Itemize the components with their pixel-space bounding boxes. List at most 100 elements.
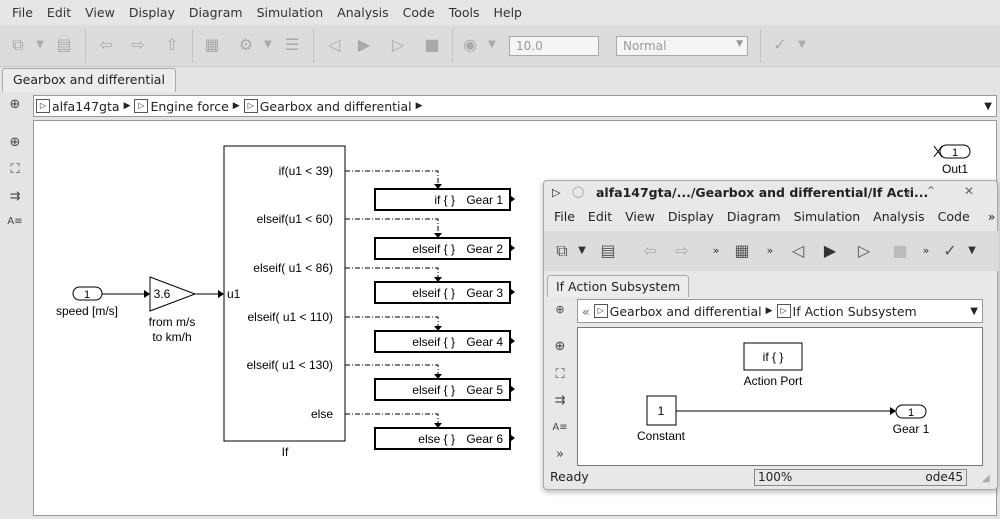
action-output-label: Gear 5: [466, 383, 503, 397]
action-keyword: elseif { }: [412, 383, 455, 397]
svg-text:elseif( u1 < 130): elseif( u1 < 130): [247, 358, 333, 372]
svg-text:1: 1: [658, 404, 665, 418]
breadcrumb-item[interactable]: ▷ If Action Subsystem: [776, 303, 917, 319]
gain-label: to km/h: [152, 330, 191, 344]
action-subsystem-2[interactable]: Gear 2 elseif { }: [374, 237, 515, 260]
action-signal-line: [345, 364, 439, 376]
tab-if-action-subsystem[interactable]: If Action Subsystem: [547, 275, 690, 297]
breadcrumb-prefix[interactable]: «: [582, 304, 590, 319]
simulink-icon: ▷: [552, 186, 561, 199]
action-keyword: elseif { }: [412, 335, 455, 349]
action-output-label: Gear 1: [466, 193, 503, 207]
gain-block[interactable]: 3.6: [149, 276, 197, 312]
action-signal-line: [345, 316, 439, 328]
menu-more[interactable]: »: [988, 209, 996, 224]
solver-name: ode45: [925, 470, 963, 484]
menu-diagram[interactable]: Diagram: [727, 209, 781, 224]
new-model-icon[interactable]: ⧉: [552, 241, 572, 261]
menu-simulation[interactable]: Simulation: [794, 209, 861, 224]
svg-text:elseif( u1 < 110): elseif( u1 < 110): [248, 310, 334, 324]
more-icon[interactable]: »: [706, 241, 726, 261]
run-icon[interactable]: ▶: [820, 241, 840, 261]
action-subsystem-6[interactable]: Gear 6 else { }: [374, 427, 515, 450]
subsystem-canvas[interactable]: if { } Action Port 1 Constant 1 Gear 1: [577, 327, 983, 466]
more-icon[interactable]: »: [760, 241, 780, 261]
action-signal-line: [345, 267, 439, 279]
subwindow-toolbar: ⧉ ▼ ▤ ⇦ ⇨ » ▦ » ◁ ▶ ▷ ■ » ✓ ▼: [544, 231, 999, 271]
stop-icon[interactable]: ■: [890, 241, 910, 261]
breadcrumb-item[interactable]: ▷ Gearbox and differential ▶: [593, 303, 773, 319]
window-title: alfa147gta/.../Gearbox and differential/…: [596, 185, 929, 200]
constant-block[interactable]: 1: [646, 395, 677, 426]
action-subsystem-3[interactable]: Gear 3 elseif { }: [374, 281, 515, 304]
action-signal-line: [345, 218, 439, 235]
action-port-block[interactable]: if { }: [743, 342, 803, 371]
action-keyword: elseif { }: [412, 242, 455, 256]
maximize-icon[interactable]: ⌃: [926, 184, 936, 198]
menu-code[interactable]: Code: [938, 209, 970, 224]
action-keyword: if { }: [434, 193, 455, 207]
step-back-icon[interactable]: ◁: [788, 241, 808, 261]
save-icon[interactable]: ▤: [598, 241, 618, 261]
new-dropdown-icon[interactable]: ▼: [572, 241, 592, 261]
if-block-label: If: [282, 445, 289, 459]
svg-text:else: else: [311, 407, 333, 421]
check-model-icon[interactable]: ✓: [940, 241, 960, 261]
arrow-right-icon: ▶: [765, 306, 773, 316]
more-icon[interactable]: »: [550, 447, 570, 462]
svg-text:u1: u1: [227, 287, 241, 301]
status-panel: 100% ode45: [754, 469, 967, 486]
more-icon[interactable]: »: [916, 241, 936, 261]
if-block[interactable]: u1 if(u1 < 39) elseif(u1 < 60) elseif( u…: [223, 145, 346, 442]
subsystem-icon: ▷: [776, 304, 791, 318]
hide-explorer-icon[interactable]: ⊕: [550, 303, 570, 316]
action-subsystem-5[interactable]: Gear 5 elseif { }: [374, 378, 515, 401]
inport-speed[interactable]: 1: [72, 286, 103, 301]
gain-label: from m/s: [149, 315, 196, 329]
step-forward-icon[interactable]: ▷: [854, 241, 874, 261]
outport-label: Out1: [942, 162, 968, 176]
action-signal-line: [345, 413, 439, 425]
forward-icon[interactable]: ⇨: [672, 241, 692, 261]
breadcrumb-dropdown-icon[interactable]: ▼: [970, 306, 978, 317]
window-menu-icon[interactable]: ◯: [572, 185, 584, 198]
subwindow-menu: File Edit View Display Diagram Simulatio…: [544, 209, 999, 224]
svg-text:3.6: 3.6: [154, 287, 171, 301]
close-icon[interactable]: ✕: [964, 184, 974, 198]
minimize-icon[interactable]: ⌄: [902, 184, 912, 198]
resize-grip-icon[interactable]: ◢: [982, 473, 990, 484]
action-output-label: Gear 6: [466, 432, 503, 446]
route-lines-icon[interactable]: ⇉: [550, 393, 570, 408]
status-text: Ready: [550, 469, 589, 484]
subsystem-diagram: if { } Action Port 1 Constant 1 Gear 1: [637, 342, 930, 443]
subsystem-icon: ▷: [593, 304, 608, 318]
zoom-icon[interactable]: ⊕: [550, 339, 570, 354]
action-subsystem-1[interactable]: Gear 1 if { }: [374, 188, 515, 211]
action-subsystem-4[interactable]: Gear 4 elseif { }: [374, 330, 515, 353]
subsystem-window: ▷ ◯ alfa147gta/.../Gearbox and different…: [543, 180, 999, 490]
menu-file[interactable]: File: [554, 209, 575, 224]
back-icon[interactable]: ⇦: [640, 241, 660, 261]
annotation-icon[interactable]: A≡: [550, 422, 570, 433]
svg-text:elseif( u1 < 86): elseif( u1 < 86): [253, 261, 333, 275]
svg-text:elseif(u1 < 60): elseif(u1 < 60): [257, 212, 333, 226]
constant-label: Constant: [637, 429, 686, 443]
menu-view[interactable]: View: [625, 209, 655, 224]
breadcrumb-label: Gearbox and differential: [609, 303, 762, 319]
breadcrumb-label: If Action Subsystem: [792, 303, 917, 319]
action-output-label: Gear 4: [466, 335, 503, 349]
svg-text:1: 1: [84, 289, 90, 301]
check-dropdown-icon[interactable]: ▼: [962, 241, 982, 261]
library-browser-icon[interactable]: ▦: [732, 241, 752, 261]
outport-out1[interactable]: 1: [933, 144, 971, 159]
menu-analysis[interactable]: Analysis: [873, 209, 925, 224]
action-keyword: else { }: [418, 432, 455, 446]
outport-label: Gear 1: [893, 422, 930, 436]
action-signal-line: [345, 170, 439, 186]
outport-gear1[interactable]: 1: [895, 404, 927, 419]
svg-text:1: 1: [952, 147, 958, 159]
action-output-label: Gear 3: [466, 286, 503, 300]
menu-edit[interactable]: Edit: [588, 209, 612, 224]
fit-view-icon[interactable]: ⛶: [550, 367, 570, 382]
menu-display[interactable]: Display: [668, 209, 714, 224]
